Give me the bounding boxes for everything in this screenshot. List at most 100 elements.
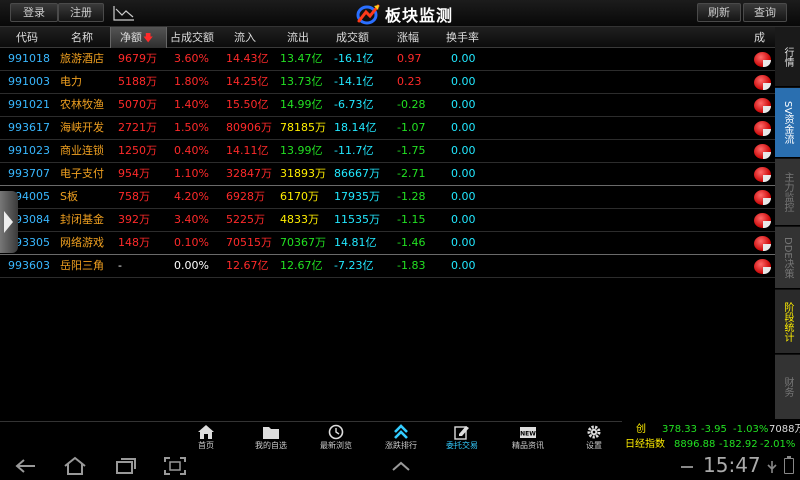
cell-amount: 17935万 xyxy=(334,190,380,203)
table-row[interactable]: 993617 海峡开发 2721万 1.50% 80906万 78185万 18.14亿 -1… xyxy=(0,117,775,140)
pie-chart-icon[interactable] xyxy=(754,121,771,136)
cell-net: 758万 xyxy=(118,190,150,203)
toolbar-ranking[interactable]: 涨跌排行 xyxy=(373,422,429,453)
header-code[interactable]: 代码 xyxy=(16,27,38,48)
table-row[interactable]: 991021 农林牧渔 5070万 1.40% 15.50亿 14.99亿 -6.73亿 -0… xyxy=(0,94,775,117)
cell-inflow: 15.50亿 xyxy=(226,98,269,111)
table-row[interactable]: 993707 电子支付 954万 1.10% 32847万 31893万 86667万 -2.… xyxy=(0,163,775,186)
toolbar-settings[interactable]: 设置 xyxy=(566,422,622,453)
header-components[interactable]: 成份 xyxy=(754,27,775,48)
cell-pct: 3.60% xyxy=(174,52,209,65)
index-price: 8896.88 xyxy=(674,439,716,450)
toolbar-watchlist[interactable]: 我的自选 xyxy=(243,422,299,453)
toolbar-news[interactable]: NEW 精品资讯 xyxy=(500,422,556,453)
screenshot-icon[interactable] xyxy=(163,456,187,476)
cell-turnover: 0.00 xyxy=(451,190,476,203)
pie-chart-icon[interactable] xyxy=(754,190,771,205)
sidebar-tab-sv-fund-flow[interactable]: SV资金流 xyxy=(775,88,800,158)
pie-chart-icon[interactable] xyxy=(754,213,771,228)
cell-inflow: 80906万 xyxy=(226,121,272,134)
recent-apps-icon[interactable] xyxy=(114,456,138,476)
pie-chart-icon[interactable] xyxy=(754,236,771,251)
pie-chart-icon[interactable] xyxy=(754,98,771,113)
sidebar-tab-quote[interactable]: 行情 xyxy=(775,27,800,87)
login-button[interactable]: 登录 xyxy=(10,3,58,22)
cell-code: 993603 xyxy=(8,259,50,272)
query-button[interactable]: 查询 xyxy=(743,3,787,22)
header-outflow[interactable]: 流出 xyxy=(287,27,309,48)
cell-net: 9679万 xyxy=(118,52,157,65)
register-button[interactable]: 注册 xyxy=(58,3,104,22)
index-ticker[interactable]: 创 378.33 -3.95 -1.03% 7088万 日经指数 8896.88… xyxy=(622,421,800,452)
pie-chart-icon[interactable] xyxy=(754,259,771,274)
sidebar-tab-main-monitor[interactable]: 主力监控 xyxy=(775,159,800,226)
pie-chart-icon[interactable] xyxy=(754,75,771,90)
cell-pct: 0.40% xyxy=(174,144,209,157)
index-volume: 7088万 xyxy=(769,424,800,435)
cell-change: -1.46 xyxy=(397,236,426,249)
cell-change: 0.23 xyxy=(397,75,422,88)
header-net-sorted[interactable]: 净额🡇 xyxy=(110,27,167,48)
header-name[interactable]: 名称 xyxy=(71,27,93,48)
cell-name: 海峡开发 xyxy=(60,121,104,134)
sidebar-tab-stage-stats[interactable]: 阶段统计 xyxy=(775,290,800,354)
pie-chart-icon[interactable] xyxy=(754,52,771,67)
cell-net: 5070万 xyxy=(118,98,157,111)
top-bar: 登录 注册 板块监测 刷新 查询 xyxy=(0,0,800,27)
back-icon[interactable] xyxy=(14,456,38,476)
cell-change: -0.28 xyxy=(397,98,426,111)
refresh-button[interactable]: 刷新 xyxy=(697,3,741,22)
cell-amount: -7.23亿 xyxy=(334,259,374,272)
home-nav-icon[interactable] xyxy=(62,456,88,476)
header-inflow[interactable]: 流入 xyxy=(234,27,256,48)
pie-chart-icon[interactable] xyxy=(754,144,771,159)
table-row[interactable]: 993084 封闭基金 392万 3.40% 5225万 4833万 11535万 -1.15… xyxy=(0,209,775,232)
cell-net: 392万 xyxy=(118,213,150,226)
header-pct[interactable]: 占成交额 xyxy=(170,27,214,48)
index-row-nikkei: 日经指数 8896.88 -182.92 -2.01% xyxy=(622,437,800,452)
table-row[interactable]: 994005 S板 758万 4.20% 6928万 6170万 17935万 -1.28 0.… xyxy=(0,186,775,209)
line-chart-icon[interactable] xyxy=(113,4,135,22)
cell-net: 1250万 xyxy=(118,144,157,157)
sidebar-tab-finance[interactable]: 财务 xyxy=(775,355,800,420)
cell-turnover: 0.00 xyxy=(451,75,476,88)
header-turnover[interactable]: 换手率 xyxy=(446,27,479,48)
cell-pct: 0.10% xyxy=(174,236,209,249)
table-row[interactable]: 993305 网络游戏 148万 0.10% 70515万 70367万 14.81亿 -1.… xyxy=(0,232,775,255)
toolbar-recent[interactable]: 最新浏览 xyxy=(308,422,364,453)
table-row[interactable]: 991018 旅游酒店 9679万 3.60% 14.43亿 13.47亿 -16.1亿 0.… xyxy=(0,48,775,71)
cell-inflow: 32847万 xyxy=(226,167,272,180)
toolbar-trade[interactable]: 委托交易 xyxy=(434,422,490,453)
page-title-group: 板块监测 xyxy=(355,2,453,25)
table-row[interactable]: 993603 岳阳三角 - 0.00% 12.67亿 12.67亿 -7.23亿 -1.83 0… xyxy=(0,255,775,278)
cell-change: -1.28 xyxy=(397,190,426,203)
sidebar-tab-dde[interactable]: DDE决策 xyxy=(775,227,800,289)
cell-outflow: 6170万 xyxy=(280,190,319,203)
up-chevron-icon[interactable] xyxy=(390,456,412,476)
pie-chart-icon[interactable] xyxy=(754,167,771,182)
gear-icon xyxy=(587,425,601,439)
cell-turnover: 0.00 xyxy=(451,52,476,65)
header-change[interactable]: 涨幅 xyxy=(397,27,419,48)
table-row[interactable]: 991023 商业连锁 1250万 0.40% 14.11亿 13.99亿 -11.7亿 -1… xyxy=(0,140,775,163)
cell-pct: 4.20% xyxy=(174,190,209,203)
right-sidebar: 行情 SV资金流 主力监控 DDE决策 阶段统计 财务 xyxy=(775,27,800,420)
cell-code: 993707 xyxy=(8,167,50,180)
cell-amount: -16.1亿 xyxy=(334,52,374,65)
battery-icon xyxy=(784,456,794,474)
toolbar-label: 精品资讯 xyxy=(512,441,544,450)
cell-outflow: 78185万 xyxy=(280,121,326,134)
toolbar-home[interactable]: 首页 xyxy=(178,422,234,453)
cell-pct: 0.00% xyxy=(174,259,209,272)
left-drawer-handle[interactable] xyxy=(0,191,18,253)
rank-icon xyxy=(394,424,408,439)
cell-pct: 1.50% xyxy=(174,121,209,134)
header-amount[interactable]: 成交额 xyxy=(336,27,369,48)
cell-pct: 1.40% xyxy=(174,98,209,111)
cell-inflow: 70515万 xyxy=(226,236,272,249)
cell-inflow: 12.67亿 xyxy=(226,259,269,272)
cell-code: 991003 xyxy=(8,75,50,88)
cell-turnover: 0.00 xyxy=(451,98,476,111)
system-nav-bar: 15:47 xyxy=(0,452,800,480)
table-row[interactable]: 991003 电力 5188万 1.80% 14.25亿 13.73亿 -14.1亿 0.23… xyxy=(0,71,775,94)
